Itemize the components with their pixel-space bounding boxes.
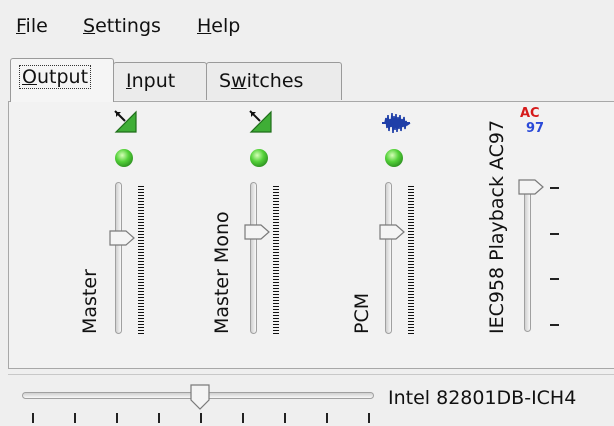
slider-tick: [284, 413, 286, 423]
svg-text:97: 97: [526, 121, 544, 136]
output-panel: Master Master Mono PCM AC 97 IEC958 Play…: [8, 101, 614, 369]
channel-iec958: AC 97 IEC958 Playback AC97: [474, 102, 594, 370]
slider-tick: [242, 413, 244, 423]
slider-tick: [326, 413, 328, 423]
slider-tick: [158, 413, 160, 423]
tab-bar: Output Input Switches: [0, 58, 614, 102]
slider-tick: [550, 233, 559, 235]
channel-master: Master: [69, 102, 169, 370]
ac97-icon: AC 97: [520, 106, 544, 136]
tab-output[interactable]: Output: [10, 58, 114, 102]
level-meter: [138, 186, 144, 334]
channel-label: Master Mono: [211, 211, 233, 334]
slider-tick: [32, 413, 34, 423]
slider-tick: [200, 413, 202, 423]
channel-label: PCM: [351, 292, 373, 334]
sound-card-label: Intel 82801DB-ICH4: [388, 387, 577, 409]
menu-file[interactable]: File: [16, 15, 48, 37]
volume-slider-thumb[interactable]: [379, 224, 405, 240]
mute-led[interactable]: [385, 149, 403, 167]
level-meter: [273, 186, 279, 334]
tab-switches[interactable]: Switches: [206, 62, 342, 100]
slider-tick: [550, 324, 559, 326]
channel-label: IEC958 Playback AC97: [486, 119, 508, 334]
volume-ramp-icon: [114, 110, 137, 133]
slider-tick: [550, 187, 559, 189]
menu-settings[interactable]: Settings: [83, 15, 161, 37]
level-meter: [408, 186, 414, 334]
volume-slider-track[interactable]: [385, 182, 392, 334]
channel-master-mono: Master Mono: [204, 102, 304, 370]
volume-ramp-icon: [249, 110, 272, 133]
svg-text:AC: AC: [520, 106, 540, 121]
separator: [8, 374, 614, 375]
tab-input[interactable]: Input: [113, 62, 207, 100]
menu-help[interactable]: Help: [197, 15, 240, 37]
slider-tick: [116, 413, 118, 423]
volume-slider-track[interactable]: [115, 182, 122, 334]
mute-led[interactable]: [250, 149, 268, 167]
slider-tick: [368, 413, 370, 423]
switch-slider-thumb[interactable]: [518, 179, 544, 195]
menu-bar: File Settings Help: [0, 0, 614, 52]
slider-tick: [550, 278, 559, 280]
mute-led[interactable]: [115, 149, 133, 167]
slider-tick: [74, 413, 76, 423]
volume-slider-thumb[interactable]: [109, 230, 135, 246]
volume-slider-track[interactable]: [250, 182, 257, 334]
waveform-icon: [382, 112, 411, 134]
switch-slider-track[interactable]: [524, 180, 531, 332]
channel-pcm: PCM: [339, 102, 439, 370]
global-volume-thumb[interactable]: [190, 384, 210, 410]
volume-slider-thumb[interactable]: [244, 224, 270, 240]
channel-label: Master: [79, 269, 101, 334]
